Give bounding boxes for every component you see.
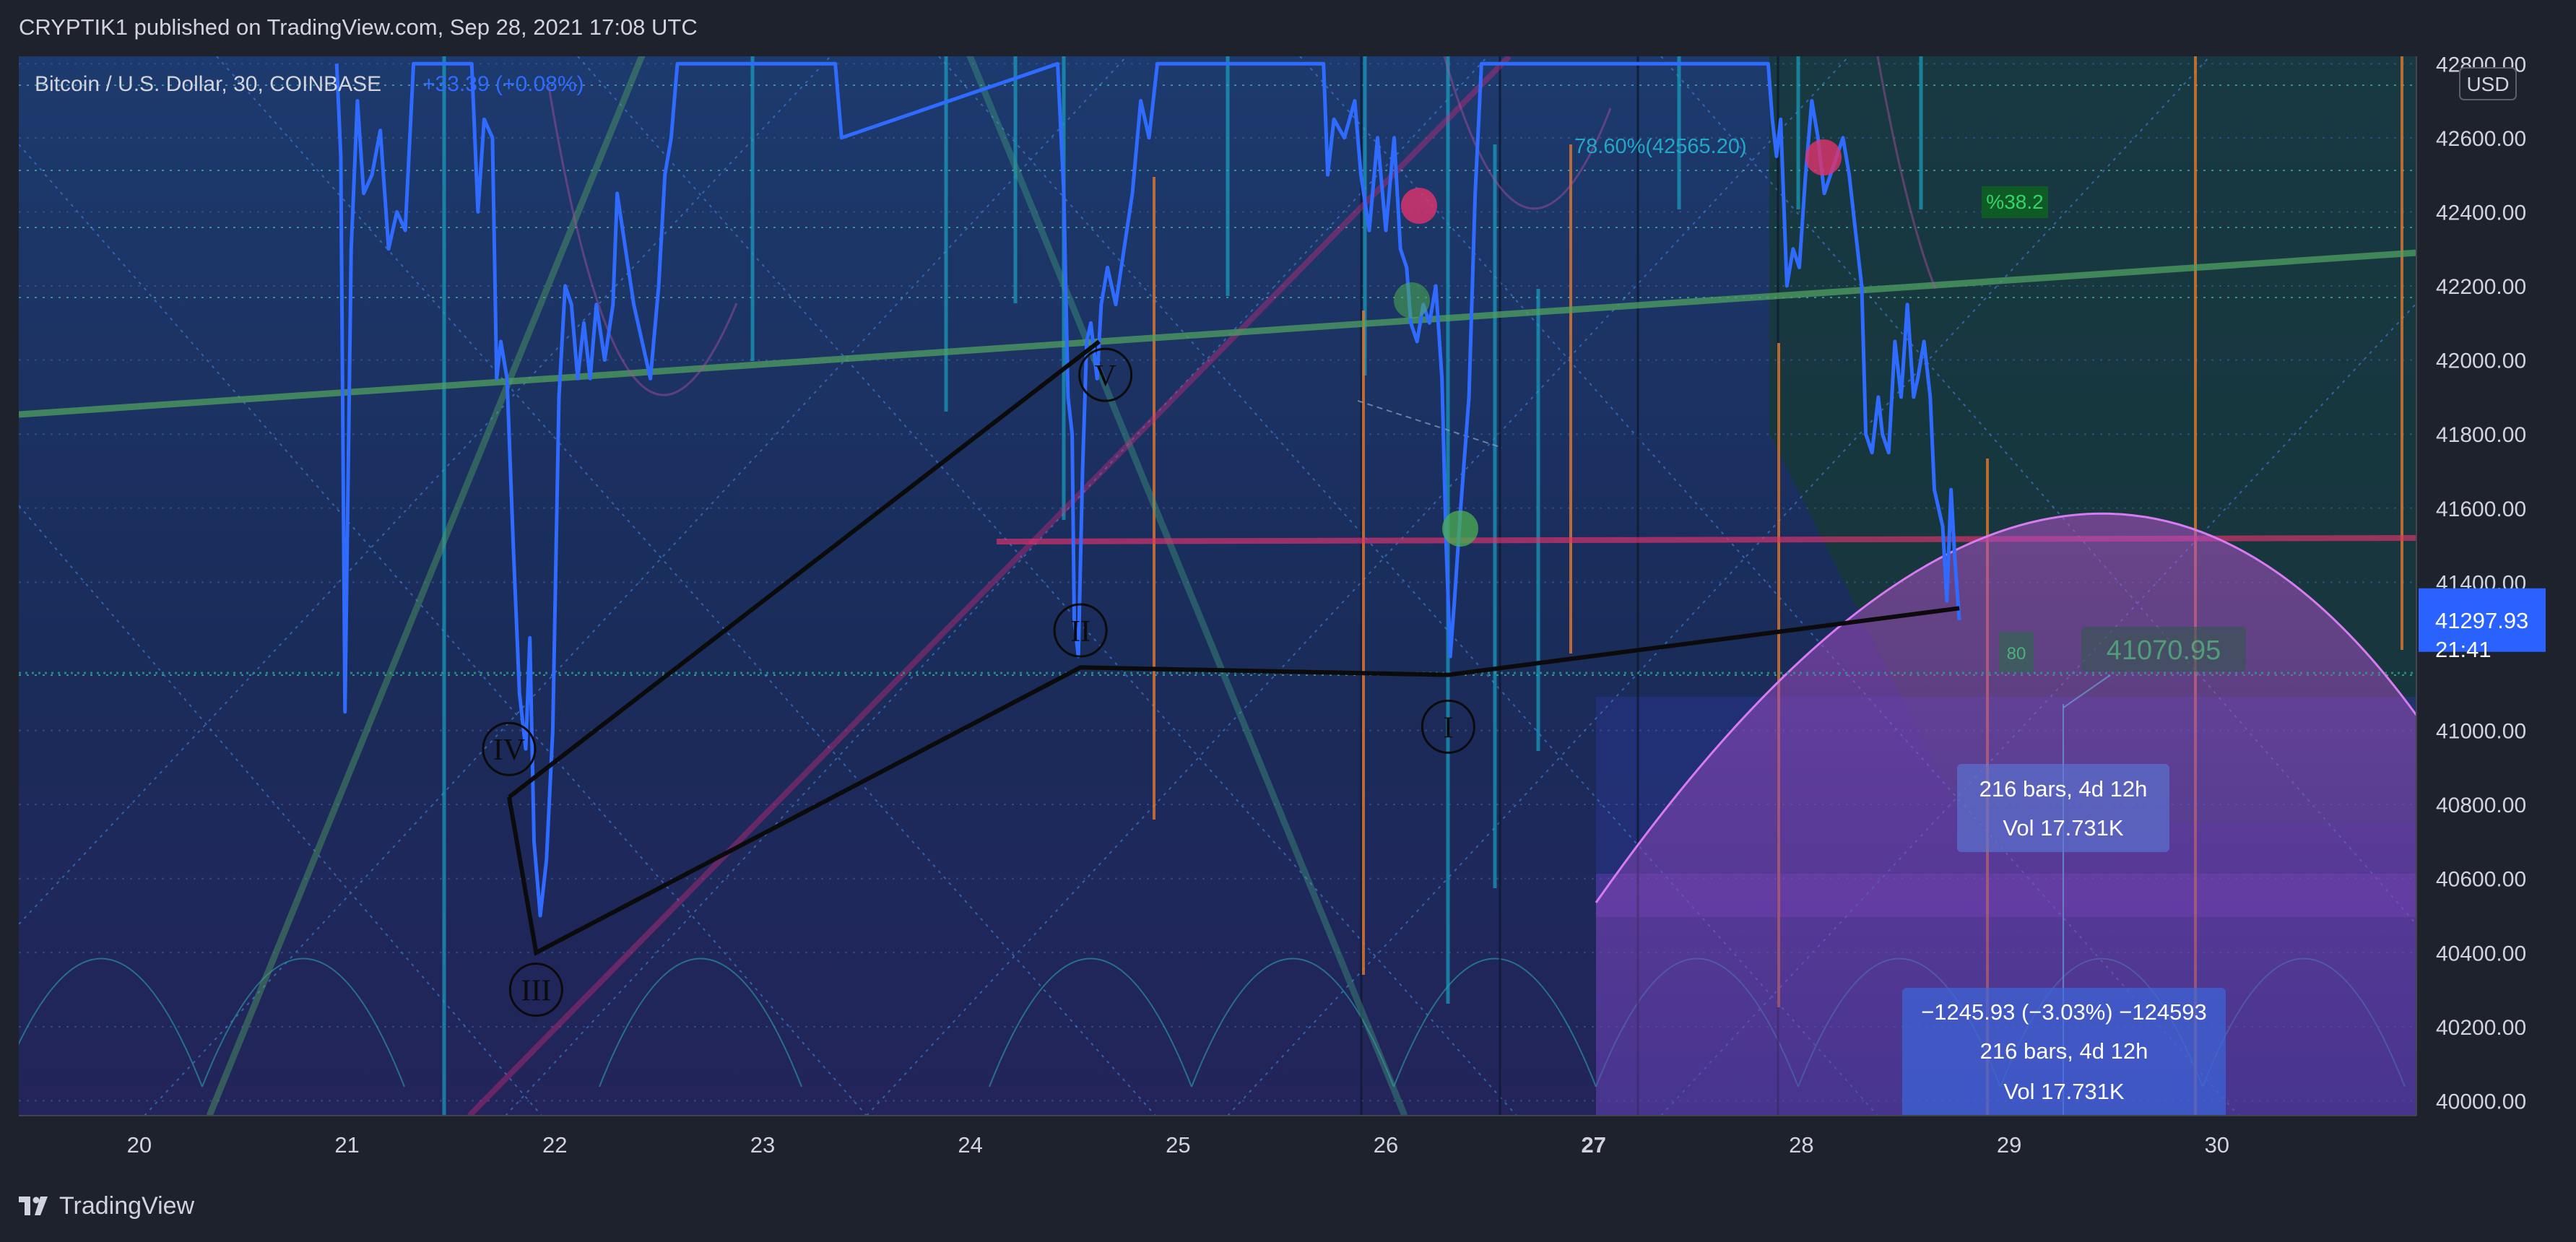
bar-countdown: 21:41	[2435, 637, 2492, 662]
y-tick-label: 40000.00	[2436, 1090, 2526, 1113]
x-tick-label: 30	[2205, 1132, 2229, 1158]
wave-label-iii: III	[521, 975, 551, 1008]
wave-label-ii: II	[1070, 615, 1090, 648]
y-tick-label: 41600.00	[2436, 498, 2526, 521]
x-tick-label: 23	[750, 1132, 775, 1158]
tradingview-logo-icon	[19, 1197, 48, 1215]
wave-label-v: V	[1094, 360, 1116, 393]
x-tick-label: 29	[1997, 1132, 2021, 1158]
measure-lower-line3: Vol 17.731K	[2003, 1079, 2125, 1104]
x-tick-label: 27	[1581, 1132, 1605, 1158]
x-tick-label: 25	[1166, 1132, 1190, 1158]
last-price-value: 41297.93	[2435, 608, 2528, 633]
time-axis[interactable]	[0, 1116, 2576, 1173]
y-tick-label: 40200.00	[2436, 1016, 2526, 1040]
buy-marker	[1394, 282, 1430, 318]
x-tick-label: 24	[958, 1132, 982, 1158]
chart-canvas[interactable]: IVIIIIIVI 78.60%(42565.20) %38.2 80 4107…	[0, 0, 2576, 1242]
y-tick-label: 40400.00	[2436, 942, 2526, 965]
x-tick-label: 22	[542, 1132, 567, 1158]
measure-upper-line2: Vol 17.731K	[2003, 815, 2124, 841]
price-change: +33.39 (+0.08%)	[422, 72, 584, 96]
ghost-price: 41070.95	[2107, 635, 2221, 666]
footer	[0, 1173, 2576, 1242]
ghost-small: 80	[2007, 644, 2026, 664]
sell-marker	[1401, 188, 1437, 224]
x-tick-label: 21	[334, 1132, 359, 1158]
symbol-legend[interactable]: Bitcoin / U.S. Dollar, 30, COINBASE	[35, 72, 381, 96]
buy-marker-2	[1442, 511, 1478, 547]
y-tick-label: 42000.00	[2436, 349, 2526, 373]
y-tick-label: 41000.00	[2436, 720, 2526, 744]
y-tick-label: 41800.00	[2436, 423, 2526, 447]
y-tick-label: 40800.00	[2436, 794, 2526, 817]
fib-level-label: 78.60%(42565.20)	[1574, 135, 1747, 158]
measure-lower-line2: 216 bars, 4d 12h	[1980, 1038, 2148, 1064]
tradingview-brand: TradingView	[59, 1191, 195, 1220]
y-tick-label: 42600.00	[2436, 127, 2526, 151]
y-tick-label: 42200.00	[2436, 275, 2526, 299]
x-tick-label: 20	[127, 1132, 152, 1158]
fib-badge: %38.2	[1986, 191, 2043, 213]
y-tick-label: 42400.00	[2436, 201, 2526, 225]
measure-lower-line1: −1245.93 (−3.03%) −124593	[1921, 999, 2207, 1025]
x-tick-label: 28	[1789, 1132, 1813, 1158]
measure-upper-line1: 216 bars, 4d 12h	[1979, 776, 2148, 802]
wave-label-iv: IV	[493, 734, 525, 767]
tradingview-logo[interactable]: TradingView	[19, 1190, 194, 1222]
currency-label: USD	[2466, 73, 2509, 95]
wave-label-i: I	[1443, 711, 1453, 744]
x-tick-label: 26	[1374, 1132, 1398, 1158]
y-tick-label: 40600.00	[2436, 868, 2526, 892]
price-axis-ticks: 42800.0042600.0042400.0042200.0042000.00…	[2436, 53, 2526, 1113]
sell-marker-2	[1805, 139, 1842, 175]
